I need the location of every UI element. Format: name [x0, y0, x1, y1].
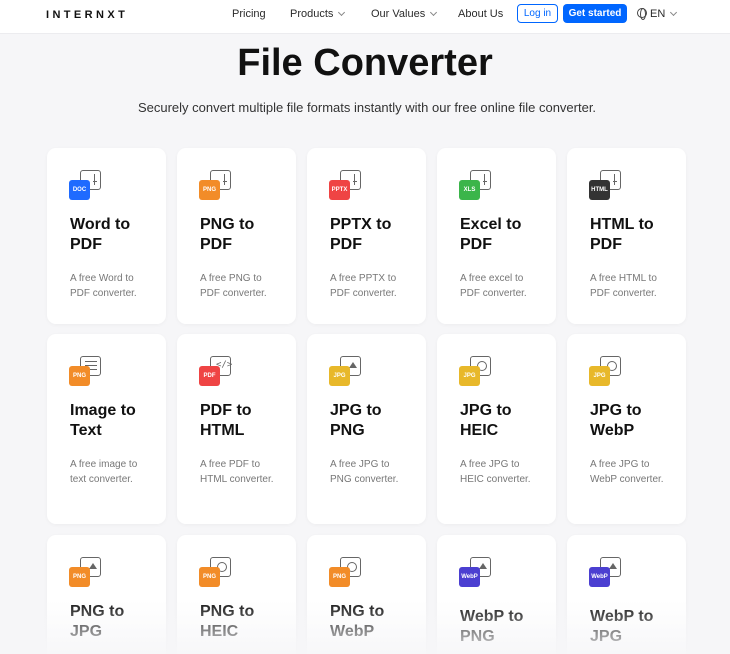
- card-description: A free JPG to WebP converter.: [590, 459, 664, 485]
- card-title: PDF to HTML: [200, 402, 252, 439]
- file-type-badge: DOC: [69, 180, 90, 200]
- internxt-logo[interactable]: INTERNXT: [46, 9, 128, 21]
- file-type-badge: PDF: [199, 366, 220, 386]
- login-button[interactable]: Log in: [517, 4, 558, 23]
- card-title: WebP to PNG: [460, 608, 524, 645]
- converter-card[interactable]: </> PDF PDF to HTML A free PDF to HTML conv…: [177, 334, 296, 524]
- converter-card[interactable]: WebP WebP to PNG: [437, 535, 556, 654]
- file-convert-icon: PPTX: [329, 170, 363, 200]
- file-type-badge: JPG: [459, 366, 480, 386]
- card-title: Word to PDF: [70, 216, 131, 253]
- card-description: A free PPTX to PDF converter.: [330, 273, 397, 299]
- file-type-badge: JPG: [329, 366, 350, 386]
- file-convert-icon: PNG: [69, 356, 103, 386]
- chevron-down-icon: [430, 8, 438, 17]
- file-convert-icon: PNG: [329, 557, 363, 587]
- file-convert-icon: </> PDF: [199, 356, 233, 386]
- card-title: JPG to WebP: [590, 402, 642, 439]
- get-started-button[interactable]: Get started: [563, 4, 627, 23]
- converter-card[interactable]: DOC Word to PDF A free Word to PDF convert…: [47, 148, 166, 324]
- file-convert-icon: JPG: [589, 356, 623, 386]
- file-type-badge: PNG: [69, 366, 90, 386]
- card-title: HTML to PDF: [590, 216, 654, 253]
- card-title: PNG to PDF: [200, 216, 255, 253]
- converter-card[interactable]: PNG PNG to HEIC: [177, 535, 296, 654]
- card-title: Excel to PDF: [460, 216, 522, 253]
- file-convert-icon: JPG: [459, 356, 493, 386]
- language-selector[interactable]: EN: [637, 7, 678, 20]
- converter-card[interactable]: JPG JPG to HEIC A free JPG to HEIC convert…: [437, 334, 556, 524]
- file-convert-icon: PNG: [69, 557, 103, 587]
- card-description: A free Word to PDF converter.: [70, 273, 137, 299]
- page-subtitle: Securely convert multiple file formats i…: [137, 100, 597, 115]
- nav-our-values[interactable]: Our Values: [371, 8, 438, 20]
- converter-card[interactable]: PNG PNG to PDF A free PNG to PDF converter…: [177, 148, 296, 324]
- card-description: A free excel to PDF converter.: [460, 273, 527, 299]
- globe-icon: [637, 8, 647, 20]
- nav-our-values-label: Our Values: [371, 8, 426, 20]
- converter-card[interactable]: JPG JPG to WebP A free JPG to WebP convert…: [567, 334, 686, 524]
- converter-card[interactable]: PNG Image to Text A free image to text con…: [47, 334, 166, 524]
- card-title: WebP to JPG: [590, 608, 654, 645]
- file-type-badge: PNG: [69, 567, 90, 587]
- converter-card[interactable]: HTML HTML to PDF A free HTML to PDF conver…: [567, 148, 686, 324]
- nav-pricing[interactable]: Pricing: [232, 8, 266, 20]
- nav-pricing-label: Pricing: [232, 8, 266, 20]
- file-convert-icon: HTML: [589, 170, 623, 200]
- page-title: File Converter: [237, 42, 493, 84]
- card-title: JPG to HEIC: [460, 402, 512, 439]
- file-type-badge: PPTX: [329, 180, 350, 200]
- file-type-badge: PNG: [199, 180, 220, 200]
- converter-card[interactable]: PNG PNG to WebP: [307, 535, 426, 654]
- file-convert-icon: PNG: [199, 557, 233, 587]
- language-label: EN: [650, 8, 666, 20]
- file-type-badge: JPG: [589, 366, 610, 386]
- file-type-badge: PNG: [199, 567, 220, 587]
- chevron-down-icon: [670, 8, 678, 17]
- file-convert-icon: WebP: [459, 557, 493, 587]
- chevron-down-icon: [338, 8, 346, 17]
- file-convert-icon: PNG: [199, 170, 233, 200]
- card-description: A free PNG to PDF converter.: [200, 273, 267, 299]
- nav-about-us-label: About Us: [458, 8, 504, 20]
- file-convert-icon: WebP: [589, 557, 623, 587]
- card-title: PNG to HEIC: [200, 603, 255, 640]
- card-title: PNG to WebP: [330, 603, 385, 640]
- converter-card[interactable]: PNG PNG to JPG: [47, 535, 166, 654]
- file-type-badge: XLS: [459, 180, 480, 200]
- card-title: PNG to JPG: [70, 603, 125, 640]
- file-convert-icon: JPG: [329, 356, 363, 386]
- file-type-badge: WebP: [589, 567, 610, 587]
- nav-about-us[interactable]: About Us: [458, 8, 503, 20]
- converter-card[interactable]: JPG JPG to PNG A free JPG to PNG converter…: [307, 334, 426, 524]
- file-type-badge: PNG: [329, 567, 350, 587]
- card-description: A free JPG to HEIC converter.: [460, 459, 531, 485]
- top-nav: INTERNXT Pricing Products Our Values Abo…: [0, 0, 730, 34]
- card-title: JPG to PNG: [330, 402, 382, 439]
- converter-card[interactable]: XLS Excel to PDF A free excel to PDF conve…: [437, 148, 556, 324]
- converter-card[interactable]: PPTX PPTX to PDF A free PPTX to PDF conver…: [307, 148, 426, 324]
- file-convert-icon: DOC: [69, 170, 103, 200]
- card-description: A free PDF to HTML converter.: [200, 459, 274, 485]
- card-title: Image to Text: [70, 402, 136, 439]
- file-convert-icon: XLS: [459, 170, 493, 200]
- card-description: A free HTML to PDF converter.: [590, 273, 657, 299]
- nav-products-label: Products: [290, 8, 334, 20]
- card-description: A free image to text converter.: [70, 459, 138, 485]
- nav-products[interactable]: Products: [290, 8, 346, 20]
- card-description: A free JPG to PNG converter.: [330, 459, 399, 485]
- converter-card[interactable]: WebP WebP to JPG: [567, 535, 686, 654]
- file-type-badge: HTML: [589, 180, 610, 200]
- file-type-badge: WebP: [459, 567, 480, 587]
- card-title: PPTX to PDF: [330, 216, 392, 253]
